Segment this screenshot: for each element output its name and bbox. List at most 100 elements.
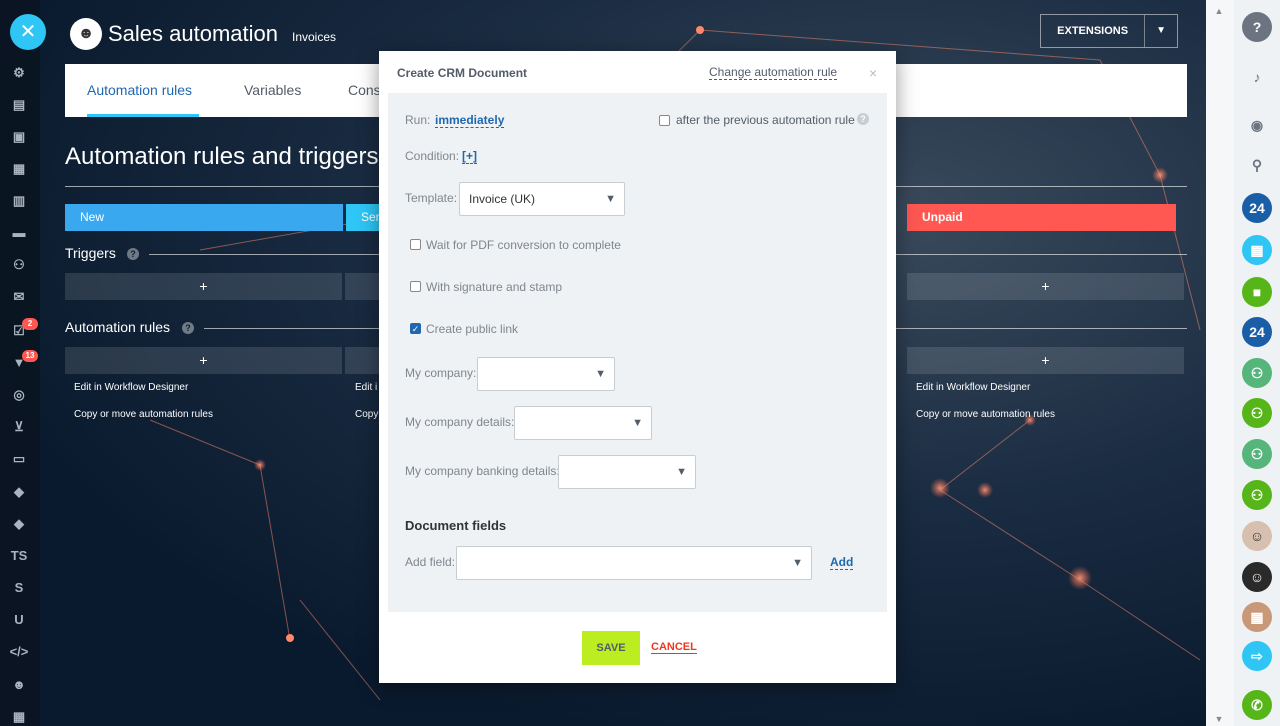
change-automation-rule-link[interactable]: Change automation rule — [709, 65, 838, 80]
condition-label: Condition: — [405, 149, 460, 163]
divider — [896, 328, 1187, 329]
sidebar-item-s[interactable]: S — [8, 577, 30, 599]
my-company-select[interactable]: ▼ — [477, 357, 615, 391]
after-previous-checkbox[interactable] — [659, 115, 670, 126]
scrollbar[interactable] — [1206, 0, 1234, 726]
crm-badge: 13 — [22, 350, 38, 362]
divider — [149, 254, 379, 255]
create-crm-document-dialog: Create CRM Document Change automation ru… — [379, 51, 896, 683]
tab-constants[interactable]: Cons — [348, 82, 381, 98]
scroll-down-icon[interactable]: ▼ — [1211, 714, 1227, 724]
group-chat-icon[interactable]: ⚇ — [1242, 398, 1272, 428]
contact-card-icon[interactable]: ▭ — [8, 448, 30, 470]
help-icon[interactable]: ? — [1242, 12, 1272, 42]
group-chat-icon[interactable]: ⚇ — [1242, 439, 1272, 469]
chat-icon[interactable]: ▣ — [8, 126, 30, 148]
sitemap-icon[interactable]: ⚙ — [8, 62, 30, 84]
mail-icon[interactable]: ✉ — [8, 286, 30, 308]
add-trigger-button[interactable]: + — [65, 273, 342, 300]
run-label: Run: — [405, 113, 431, 127]
divider — [204, 328, 379, 329]
chat-search-icon[interactable]: ◉ — [1242, 110, 1272, 140]
my-company-label: My company: — [405, 366, 477, 380]
wait-pdf-checkbox[interactable] — [410, 239, 421, 250]
template-select[interactable]: Invoice (UK) ▼ — [459, 182, 625, 216]
group-chat-icon[interactable]: ⚇ — [1242, 358, 1272, 388]
calendar-icon[interactable]: ▦ — [8, 158, 30, 180]
add-automation-rule-button[interactable]: + — [65, 347, 342, 374]
phone-icon[interactable]: ✆ — [1242, 690, 1272, 720]
add-field-select[interactable]: ▼ — [456, 546, 812, 580]
box-icon-2[interactable]: ◆ — [8, 513, 30, 535]
add-condition-link[interactable]: [+] — [462, 149, 477, 164]
chevron-down-icon: ▼ — [792, 557, 803, 569]
user-avatar[interactable]: ☺ — [1242, 562, 1272, 592]
cancel-button[interactable]: CANCEL — [651, 641, 697, 654]
after-previous-label: after the previous automation rule — [676, 113, 855, 127]
tab-variables[interactable]: Variables — [244, 82, 301, 98]
code-icon[interactable]: </> — [8, 641, 30, 663]
search-icon[interactable]: ⚲ — [1242, 150, 1272, 180]
edit-in-workflow-designer-link[interactable]: Edit i — [355, 382, 377, 393]
feed-icon[interactable]: ▤ — [8, 94, 30, 116]
add-field-button[interactable]: Add — [830, 555, 854, 570]
user-avatar[interactable]: ☺ — [1242, 521, 1272, 551]
public-link-label: Create public link — [426, 322, 519, 336]
signature-stamp-label: With signature and stamp — [426, 280, 563, 294]
help-icon[interactable]: ? — [182, 322, 194, 334]
triggers-label: Triggers — [65, 245, 116, 261]
run-value-link[interactable]: immediately — [435, 113, 505, 128]
sidebar-item-u[interactable]: U — [8, 609, 30, 631]
bitrix24-chat-avatar[interactable]: 24 — [1242, 193, 1272, 223]
drive-icon[interactable]: ▬ — [8, 222, 30, 244]
scroll-up-icon[interactable]: ▲ — [1211, 6, 1227, 16]
stage-new: New — [65, 204, 343, 231]
add-automation-rule-button[interactable]: + — [907, 347, 1184, 374]
signature-stamp-checkbox[interactable] — [410, 281, 421, 292]
save-button[interactable]: SAVE — [582, 631, 640, 665]
add-automation-rule-button[interactable] — [345, 347, 379, 374]
calendar-avatar-icon[interactable]: ▦ — [1242, 602, 1272, 632]
dialog-title: Create CRM Document — [397, 66, 528, 80]
tasks-badge: 2 — [22, 318, 38, 330]
open-lines-icon[interactable]: ⇨ — [1242, 641, 1272, 671]
copy-move-rules-link[interactable]: Copy or move automation rules — [74, 409, 213, 420]
close-slider-button[interactable]: ✕ — [10, 14, 46, 50]
document-icon[interactable]: ▥ — [8, 190, 30, 212]
tab-automation-rules[interactable]: Automation rules — [87, 82, 192, 98]
calendar-avatar-icon[interactable]: ▦ — [1242, 235, 1272, 265]
extensions-button[interactable]: EXTENSIONS ▼ — [1040, 14, 1178, 48]
help-icon[interactable]: ? — [857, 113, 869, 125]
copy-move-rules-link[interactable]: Copy or move automation rules — [916, 409, 1055, 420]
page-subtitle: Invoices — [292, 30, 337, 44]
add-trigger-button[interactable]: + — [907, 273, 1184, 300]
apps-icon[interactable]: ▦ — [8, 706, 30, 726]
edit-in-workflow-designer-link[interactable]: Edit in Workflow Designer — [916, 382, 1030, 393]
target-icon[interactable]: ◎ — [8, 384, 30, 406]
public-link-checkbox[interactable]: ✓ — [410, 323, 421, 334]
box-icon[interactable]: ◆ — [8, 481, 30, 503]
team-icon[interactable]: ⚇ — [8, 254, 30, 276]
document-fields-title: Document fields — [405, 518, 507, 533]
dialog-body: Run: immediately after the previous auto… — [388, 93, 887, 612]
lock-icon[interactable]: ■ — [1242, 277, 1272, 307]
bell-icon[interactable]: ♪ — [1242, 62, 1272, 92]
copy-move-rules-link[interactable]: Copy — [355, 409, 378, 420]
close-icon[interactable]: × — [869, 65, 877, 81]
help-icon[interactable]: ? — [127, 248, 139, 260]
cart-icon[interactable]: ⊻ — [8, 416, 30, 438]
edit-in-workflow-designer-link[interactable]: Edit in Workflow Designer — [74, 382, 188, 393]
left-sidebar: ⚙ ▤ ▣ ▦ ▥ ▬ ⚇ ✉ ☑ 2 ▼ 13 ◎ ⊻ ▭ ◆ ◆ TS S … — [0, 0, 40, 726]
chevron-down-icon[interactable]: ▼ — [1145, 15, 1177, 47]
robot-icon[interactable]: ☻ — [8, 674, 30, 696]
divider — [896, 254, 1187, 255]
extensions-label[interactable]: EXTENSIONS — [1041, 15, 1146, 47]
bitrix24-chat-avatar[interactable]: 24 — [1242, 317, 1272, 347]
sidebar-item-ts[interactable]: TS — [8, 545, 30, 567]
my-company-banking-select[interactable]: ▼ — [558, 455, 696, 489]
my-company-details-select[interactable]: ▼ — [514, 406, 652, 440]
add-trigger-button[interactable] — [345, 273, 379, 300]
robot-avatar-icon: ☻ — [70, 18, 102, 50]
automation-rules-label: Automation rules — [65, 319, 171, 335]
group-chat-icon[interactable]: ⚇ — [1242, 480, 1272, 510]
